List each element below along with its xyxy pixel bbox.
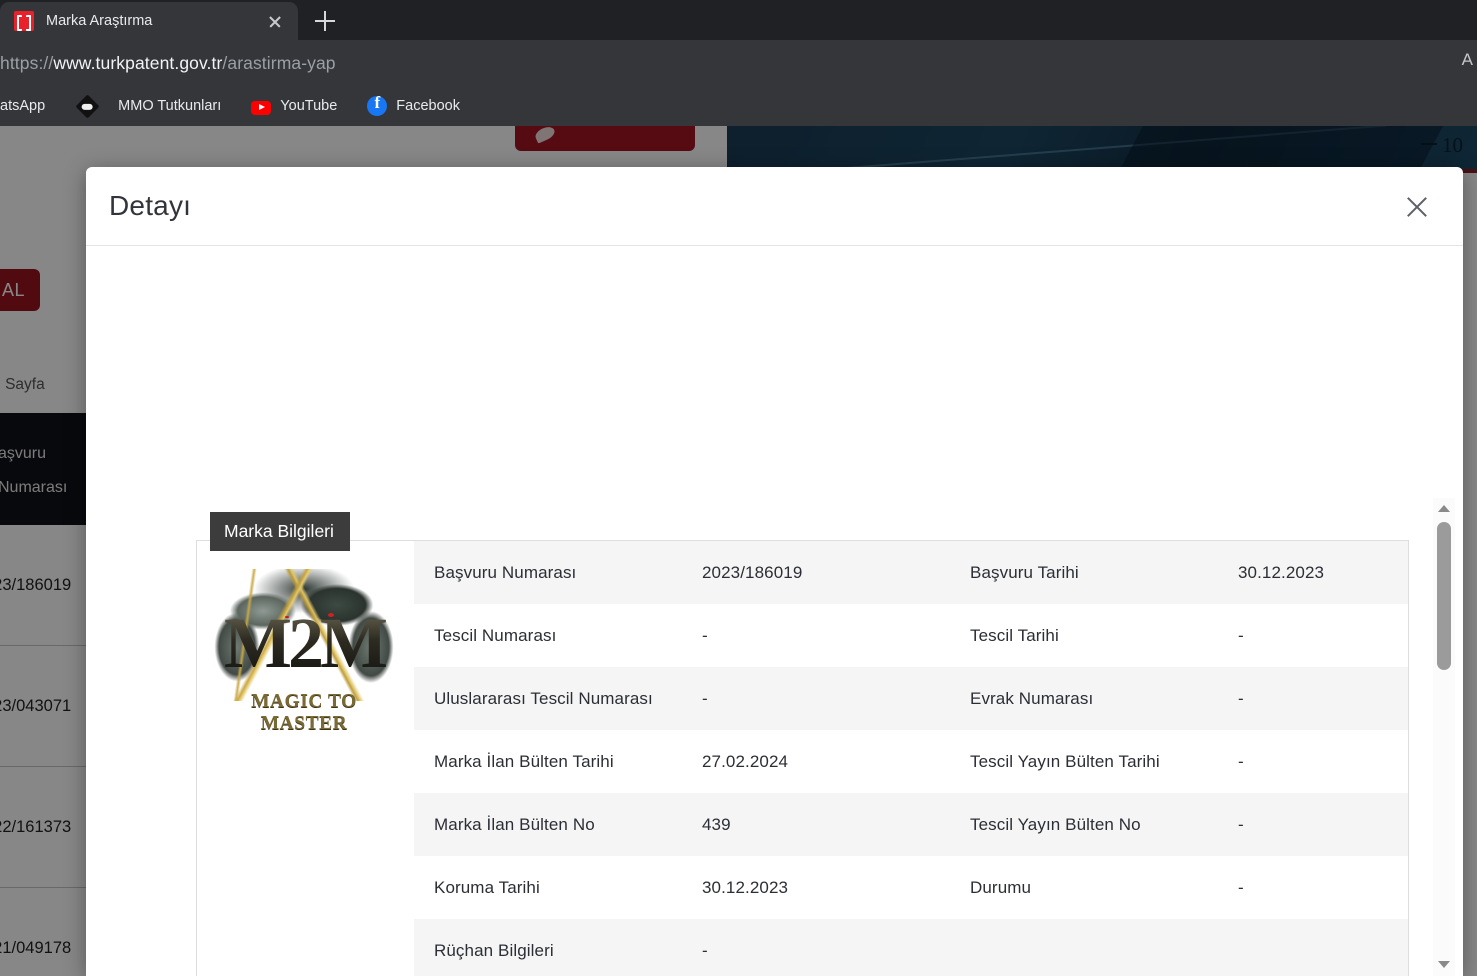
scrollbar-thumb[interactable] — [1437, 522, 1451, 670]
field-label: Durumu — [970, 878, 1238, 898]
field-label: Tescil Numarası — [434, 626, 702, 646]
close-icon[interactable] — [1403, 193, 1431, 221]
field-value: 30.12.2023 — [1238, 563, 1408, 583]
marka-bilgileri-card: M2M MAGIC TO MASTER Başvuru Numarası 202… — [196, 540, 1409, 976]
page-title: Detayı — [109, 190, 191, 222]
modal-header: Detayı — [86, 167, 1463, 246]
field-value: 27.02.2024 — [702, 752, 970, 772]
url-host: www.turkpatent.gov.tr — [53, 53, 222, 73]
bookmark-label: Facebook — [396, 98, 460, 114]
omnibox-right-glyph[interactable]: A — [1462, 50, 1473, 70]
bookmark-facebook[interactable]: Facebook — [358, 92, 469, 120]
browser-tabstrip: Marka Araştırma — [0, 0, 1477, 40]
tab-title: Marka Araştırma — [46, 13, 262, 29]
field-label: Tescil Tarihi — [970, 626, 1238, 646]
trademark-logo-cell: M2M MAGIC TO MASTER — [197, 541, 414, 976]
table-row: Marka İlan Bülten No 439 Tescil Yayın Bü… — [414, 793, 1408, 856]
bookmarks-bar: atsApp MMO Tutkunları YouTube Facebook — [0, 86, 1477, 126]
logo-wordmark: MAGIC TO MASTER — [211, 691, 397, 735]
field-value: 439 — [702, 815, 970, 835]
omnibox-url-text: https://www.turkpatent.gov.tr/arastirma-… — [0, 53, 336, 74]
field-value: - — [1238, 815, 1408, 835]
field-label: Tescil Yayın Bülten Tarihi — [970, 752, 1238, 772]
bookmark-label: MMO Tutkunları — [118, 98, 221, 114]
trademark-logo-image: M2M MAGIC TO MASTER — [211, 569, 397, 745]
field-value: - — [702, 626, 970, 646]
browser-tab[interactable]: Marka Araştırma — [0, 2, 298, 40]
youtube-icon — [251, 101, 271, 115]
detail-table: Başvuru Numarası 2023/186019 Başvuru Tar… — [414, 541, 1408, 976]
field-label: Rüçhan Bilgileri — [434, 941, 702, 961]
facebook-icon — [367, 96, 387, 116]
screen-root: 10 AL undu. Sayfa aşvuru Numarası 023/18… — [0, 0, 1477, 976]
field-label: Tescil Yayın Bülten No — [970, 815, 1238, 835]
table-row: Başvuru Numarası 2023/186019 Başvuru Tar… — [414, 541, 1408, 604]
field-value: 30.12.2023 — [702, 878, 970, 898]
modal-body: Marka Bilgileri M2M MAGIC TO MASTER — [86, 246, 1463, 976]
table-row: Marka İlan Bülten Tarihi 27.02.2024 Tesc… — [414, 730, 1408, 793]
scroll-down-icon[interactable] — [1433, 954, 1455, 974]
bookmark-whatsapp[interactable]: atsApp — [0, 92, 54, 120]
field-value: - — [1238, 626, 1408, 646]
brackets-red-icon — [14, 11, 34, 31]
scroll-up-icon[interactable] — [1433, 498, 1455, 518]
bookmark-label: atsApp — [0, 98, 45, 114]
bookmark-mmo-tutkunlari[interactable]: MMO Tutkunları — [68, 92, 230, 120]
bookmark-youtube[interactable]: YouTube — [242, 92, 346, 120]
field-value: - — [702, 941, 970, 961]
field-label: Evrak Numarası — [970, 689, 1238, 709]
logo-monogram: M2M — [211, 607, 397, 679]
gamepad-diamond-icon — [76, 94, 100, 118]
field-value: - — [702, 689, 970, 709]
tab-close-icon[interactable] — [262, 8, 288, 34]
omnibox[interactable]: https://www.turkpatent.gov.tr/arastirma-… — [0, 40, 1477, 86]
detail-modal: Detayı Marka Bilgileri M2M MAGIC TO MAST… — [86, 167, 1463, 976]
field-label: Başvuru Numarası — [434, 563, 702, 583]
url-path: /arastirma-yap — [222, 53, 335, 73]
table-row: Uluslararası Tescil Numarası - Evrak Num… — [414, 667, 1408, 730]
url-scheme: https:// — [0, 53, 53, 73]
field-value: 2023/186019 — [702, 563, 970, 583]
field-value: - — [1238, 689, 1408, 709]
field-value: - — [1238, 878, 1408, 898]
field-label: Marka İlan Bülten Tarihi — [434, 752, 702, 772]
field-label: Uluslararası Tescil Numarası — [434, 689, 702, 709]
field-label: Koruma Tarihi — [434, 878, 702, 898]
field-label: Marka İlan Bülten No — [434, 815, 702, 835]
new-tab-button[interactable] — [306, 6, 344, 36]
table-row: Tescil Numarası - Tescil Tarihi - — [414, 604, 1408, 667]
bookmark-label: YouTube — [280, 98, 337, 114]
table-row: Rüçhan Bilgileri - — [414, 919, 1408, 976]
field-label: Başvuru Tarihi — [970, 563, 1238, 583]
modal-scrollbar[interactable] — [1433, 498, 1455, 976]
field-value: - — [1238, 752, 1408, 772]
table-row: Koruma Tarihi 30.12.2023 Durumu - — [414, 856, 1408, 919]
tab-marka-bilgileri[interactable]: Marka Bilgileri — [210, 512, 350, 551]
